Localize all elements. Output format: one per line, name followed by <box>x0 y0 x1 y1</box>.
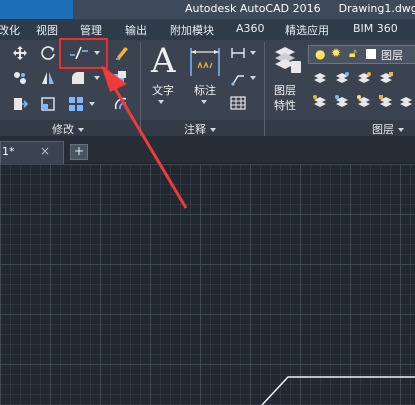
unlock-icon: 🔓︎ <box>349 46 357 60</box>
drawing-geometry <box>261 376 415 405</box>
tab-parametric[interactable]: 改化 <box>0 22 20 38</box>
layer-previous-icon[interactable] <box>334 94 350 110</box>
layer-properties-label-2[interactable]: 特性 <box>274 97 296 113</box>
document-tab-label[interactable]: 1* <box>2 145 15 158</box>
leader-icon[interactable] <box>230 70 246 86</box>
stretch-icon[interactable] <box>12 96 28 112</box>
layer-unlock-icon[interactable] <box>378 94 394 110</box>
text-button-label[interactable]: 文字 <box>152 82 174 98</box>
tab-a360[interactable]: A360 <box>236 22 265 35</box>
modify-panel-label: 修改 <box>52 123 74 136</box>
layer-panel-label: 图层 <box>372 123 394 136</box>
lightbulb-icon: ● <box>315 47 326 61</box>
tab-manage[interactable]: 管理 <box>80 22 102 38</box>
scale-icon[interactable] <box>40 96 56 112</box>
layer-lock-icon[interactable] <box>378 70 394 86</box>
sun-icon: ✹ <box>331 46 342 60</box>
layer-name: 图层 <box>381 49 403 62</box>
layer-isolate-icon[interactable] <box>312 70 328 86</box>
erase-icon[interactable] <box>114 44 130 60</box>
dimension-icon[interactable] <box>188 46 222 78</box>
window-title: Autodesk AutoCAD 2016 Drawing1.dwg <box>185 2 415 15</box>
tab-output[interactable]: 输出 <box>125 22 147 38</box>
text-dropdown-caret[interactable] <box>158 100 164 104</box>
panel-divider <box>140 42 141 136</box>
leader-caret[interactable] <box>250 76 256 80</box>
title-bar: Autodesk AutoCAD 2016 Drawing1.dwg <box>0 0 415 19</box>
copy-icon[interactable] <box>12 70 28 86</box>
text-large-icon[interactable]: A <box>151 44 176 78</box>
linear-dimension-icon[interactable] <box>230 45 246 61</box>
layer-color-swatch <box>366 49 376 59</box>
rotate-icon[interactable] <box>40 45 56 61</box>
array-icon[interactable] <box>68 96 84 112</box>
tab-featured-apps[interactable]: 精选应用 <box>285 22 329 38</box>
offset-icon[interactable] <box>112 95 128 111</box>
layer-properties-label-1[interactable]: 图层 <box>274 82 296 98</box>
dimension-button-label[interactable]: 标注 <box>194 82 216 98</box>
layer-match-icon[interactable] <box>312 94 328 110</box>
dimension-dropdown-caret[interactable] <box>201 100 207 104</box>
layer-dropdown[interactable]: ● ✹ 🔓︎ 图层 <box>308 45 415 64</box>
array-dropdown-caret[interactable] <box>89 102 95 106</box>
quick-access-toolbar[interactable] <box>0 0 73 19</box>
close-icon[interactable]: × <box>40 144 50 158</box>
layer-off-icon[interactable] <box>356 70 372 86</box>
tab-addins[interactable]: 附加模块 <box>170 22 214 38</box>
file-name: Drawing1.dwg <box>338 2 415 15</box>
fillet-icon[interactable] <box>70 70 86 86</box>
chevron-down-icon <box>398 128 404 132</box>
fillet-dropdown-caret[interactable] <box>94 76 100 80</box>
layer-merge-icon[interactable] <box>398 94 414 110</box>
mirror-icon[interactable] <box>40 70 56 86</box>
chevron-down-icon <box>210 128 216 132</box>
chevron-down-icon <box>78 128 84 132</box>
new-tab-button[interactable]: + <box>70 144 88 160</box>
layer-state-icon[interactable] <box>290 60 302 74</box>
layer-panel-title[interactable]: 图层 <box>372 121 404 137</box>
layer-thaw-all-icon[interactable] <box>356 94 372 110</box>
table-icon[interactable] <box>230 95 246 111</box>
app-title: Autodesk AutoCAD 2016 <box>185 2 321 15</box>
tab-view[interactable]: 视图 <box>36 22 58 38</box>
panel-divider <box>264 42 265 136</box>
linear-dimension-caret[interactable] <box>250 51 256 55</box>
annotation-panel-label: 注释 <box>184 123 206 136</box>
move-icon[interactable] <box>12 45 28 61</box>
layer-freeze-icon[interactable] <box>334 70 350 86</box>
explode-icon[interactable] <box>112 69 128 85</box>
tab-bim360[interactable]: BIM 360 <box>353 22 398 35</box>
modify-panel-title[interactable]: 修改 <box>52 121 84 137</box>
polyline-entity <box>261 376 415 405</box>
annotation-panel-title[interactable]: 注释 <box>184 121 216 137</box>
trim-highlight-box <box>59 38 108 69</box>
